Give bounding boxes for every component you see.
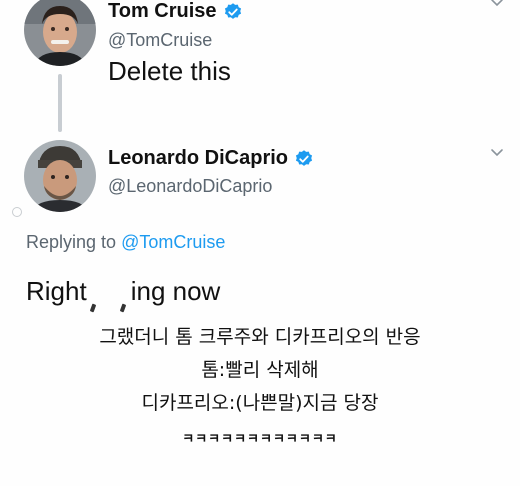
reply-text-end: ing now <box>130 276 221 306</box>
thread-connector-line <box>58 74 62 132</box>
chevron-down-icon[interactable] <box>490 0 504 10</box>
avatar-leonardo-dicaprio[interactable] <box>24 140 96 212</box>
verified-badge-icon <box>224 2 241 19</box>
censor-smudge <box>89 303 96 313</box>
original-author-name[interactable]: Tom Cruise <box>108 0 217 23</box>
censor-smudge <box>119 303 126 313</box>
reply-author-name[interactable]: Leonardo DiCaprio <box>108 147 288 170</box>
reply-author-handle[interactable]: @LeonardoDiCaprio <box>108 176 272 197</box>
caption-line-4: ㅋㅋㅋㅋㅋㅋㅋㅋㅋㅋㅋㅋ <box>182 432 338 447</box>
reply-tweet-text: Right ing now <box>26 276 221 313</box>
replying-to-link[interactable]: @TomCruise <box>121 232 225 252</box>
replying-to-line: Replying to @TomCruise <box>26 232 225 253</box>
avatar-leonardo-dicaprio-image <box>24 140 96 212</box>
original-tweet-text: Delete this <box>108 56 231 86</box>
replying-to-prefix: Replying to <box>26 232 122 252</box>
caption-line-1: 그랬더니 톰 크루주와 디카프리오의 반응 <box>99 326 421 348</box>
avatar-tom-cruise-image <box>24 0 96 66</box>
caption-line-3: 디카프리오:(나쁜말)지금 당장 <box>141 392 379 414</box>
reply-author-name-row[interactable]: Leonardo DiCaprio <box>108 147 314 170</box>
caption-line-2: 톰:빨리 삭제해 <box>201 359 319 381</box>
original-author-handle[interactable]: @TomCruise <box>108 30 212 51</box>
original-author-name-row[interactable]: Tom Cruise <box>108 0 243 23</box>
edge-artifact-icon <box>12 207 22 217</box>
chevron-down-icon[interactable] <box>490 146 504 160</box>
reply-text-start: Right <box>26 276 87 306</box>
verified-badge-icon <box>295 149 313 166</box>
avatar-tom-cruise[interactable] <box>24 0 96 66</box>
